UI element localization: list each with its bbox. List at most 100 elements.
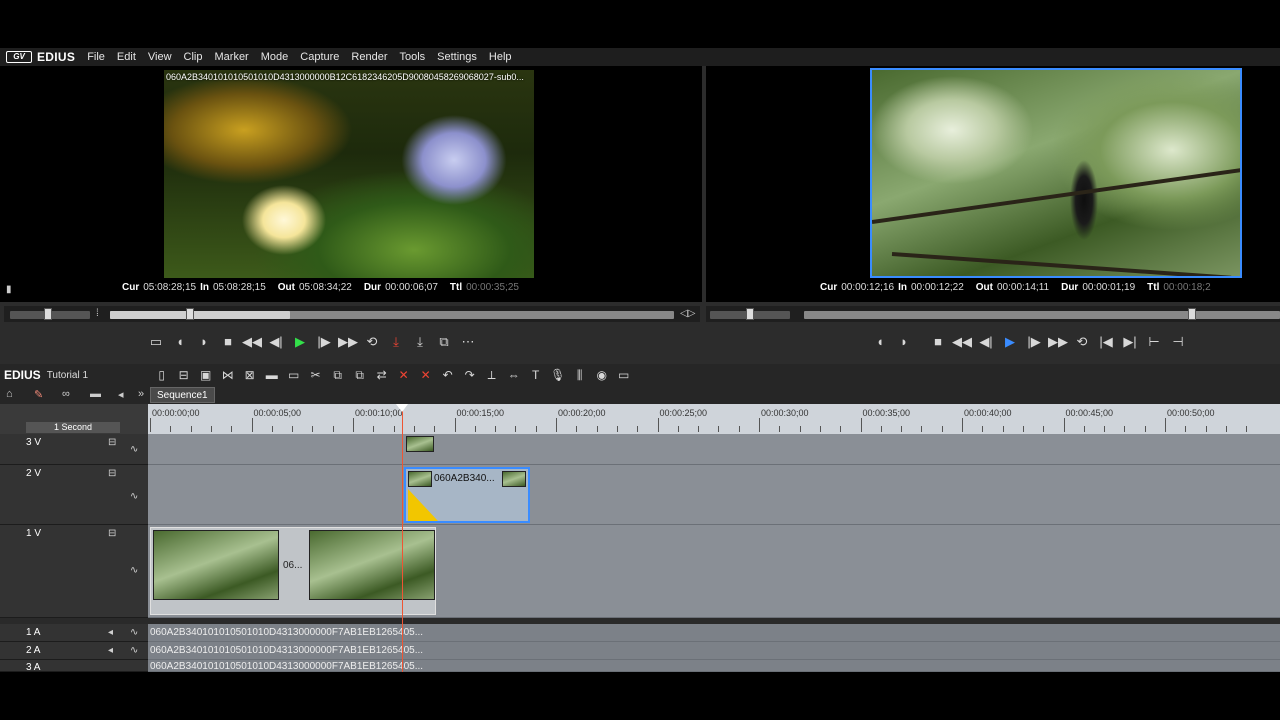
track-body-a2[interactable]: 060A2B340101010501010D4313000000F7AB1EB1…	[148, 642, 1280, 660]
render-button[interactable]: ▭	[613, 366, 635, 384]
speaker-icon[interactable]: ◂	[108, 645, 113, 656]
track-lock-icon[interactable]: ⊟	[108, 468, 116, 479]
color-correction-button[interactable]: ◉	[591, 366, 613, 384]
player-jog-icon[interactable]: ⁞	[96, 308, 99, 319]
player-step-back-button[interactable]: ◀|	[264, 332, 288, 352]
track-sync-icon[interactable]: ∿	[130, 444, 138, 455]
track-sync-icon[interactable]: ∿	[130, 565, 138, 576]
menu-view[interactable]: View	[142, 51, 178, 63]
recorder-position-bar[interactable]	[804, 311, 1280, 319]
recorder-more-button[interactable]: ⊣	[1166, 332, 1190, 352]
recorder-rewind-button[interactable]: ◀◀	[950, 332, 974, 352]
mute-icon[interactable]: ◂	[118, 388, 124, 401]
track-header-a2[interactable]: 2 A ◂ ∿	[0, 642, 148, 660]
recorder-trim-button[interactable]: ⊢	[1142, 332, 1166, 352]
player-sync-icon[interactable]: ◁▷	[680, 308, 695, 319]
recorder-loop-button[interactable]: ⟲	[1070, 332, 1094, 352]
track-body-v1[interactable]: 06...	[148, 525, 1280, 618]
player-output-button[interactable]: ▭	[144, 332, 168, 352]
track-header-a1[interactable]: 1 A ◂ ∿	[0, 624, 148, 642]
track-body-v3[interactable]	[148, 434, 1280, 465]
expand-icon[interactable]: »	[138, 388, 144, 400]
ripple-mode-button[interactable]: ⋈	[217, 366, 239, 384]
paste-button[interactable]: ⧉	[349, 366, 371, 384]
voice-over-button[interactable]: 🎙	[547, 366, 569, 384]
player-add-bin-button[interactable]: ⧉	[432, 332, 456, 352]
recorder-shuttle-knob[interactable]	[746, 308, 754, 320]
playhead-handle-icon[interactable]	[396, 404, 408, 412]
track-lock-icon[interactable]: ⊟	[108, 437, 116, 448]
track-mode-icon[interactable]: ⌂	[6, 388, 13, 400]
audio-mixer-button[interactable]: ⫼	[569, 366, 591, 384]
player-fast-forward-button[interactable]: ▶▶	[336, 332, 360, 352]
a1-clip-name[interactable]: 060A2B340101010501010D4313000000F7AB1EB1…	[150, 627, 423, 638]
recorder-step-forward-button[interactable]: |▶	[1022, 332, 1046, 352]
v1-clip[interactable]: 06...	[150, 527, 436, 615]
recorder-set-in-button[interactable]: ◖	[868, 332, 892, 352]
recorder-monitor[interactable]: Cur 00:00:12;16 In 00:00:12;22 Out 00:00…	[706, 66, 1280, 302]
menu-render[interactable]: Render	[345, 51, 393, 63]
menu-file[interactable]: File	[81, 51, 111, 63]
v3-clip-thumbnail[interactable]	[406, 436, 434, 452]
track-header-v1[interactable]: 1 V ⊟ ∿	[0, 525, 148, 618]
speaker-icon[interactable]: ◂	[108, 627, 113, 638]
recorder-set-out-button[interactable]: ◗	[892, 332, 916, 352]
timeline-ruler[interactable]: 00:00:00;00 00:00:05;00 00:00:10;00 00:00:1…	[148, 404, 1280, 434]
player-menu-button[interactable]: ⋯	[456, 332, 480, 352]
track-header-v3[interactable]: 3 V ⊟ ∿	[0, 434, 148, 465]
save-project-button[interactable]: ▣	[195, 366, 217, 384]
track-body-a3[interactable]: 060A2B340101010501010D4313000000F7AB1EB1…	[148, 660, 1280, 672]
player-play-button[interactable]: ▶	[288, 332, 312, 352]
track-body-v2[interactable]: 060A2B340...	[148, 465, 1280, 525]
player-overwrite-button[interactable]: ⤓	[408, 332, 432, 352]
mix-transition[interactable]	[408, 489, 438, 521]
group-icon[interactable]: ▬	[90, 388, 101, 400]
menu-marker[interactable]: Marker	[209, 51, 255, 63]
player-set-out-button[interactable]: ◗	[192, 332, 216, 352]
player-set-in-button[interactable]: ◖	[168, 332, 192, 352]
player-monitor[interactable]: 060A2B340101010501010D4313000000B12C6182…	[0, 66, 702, 302]
menu-help[interactable]: Help	[483, 51, 518, 63]
copy-button[interactable]: ⧉	[327, 366, 349, 384]
recorder-play-button[interactable]: ▶	[998, 332, 1022, 352]
track-header-v2[interactable]: 2 V ⊟ ∿	[0, 465, 148, 525]
a3-clip-name[interactable]: 060A2B340101010501010D4313000000F7AB1EB1…	[150, 661, 423, 672]
menu-clip[interactable]: Clip	[178, 51, 209, 63]
player-rewind-button[interactable]: ◀◀	[240, 332, 264, 352]
player-step-forward-button[interactable]: |▶	[312, 332, 336, 352]
track-header-a3[interactable]: 3 A	[0, 660, 148, 672]
player-position-knob[interactable]	[186, 308, 194, 320]
menu-capture[interactable]: Capture	[294, 51, 345, 63]
menu-mode[interactable]: Mode	[255, 51, 295, 63]
new-sequence-button[interactable]: ▯	[151, 366, 173, 384]
v2-clip[interactable]: 060A2B340...	[404, 467, 530, 523]
open-project-button[interactable]: ⊟	[173, 366, 195, 384]
player-insert-button[interactable]: ⤓	[384, 332, 408, 352]
link-icon[interactable]: ∞	[62, 388, 70, 400]
player-stop-button[interactable]: ■	[216, 332, 240, 352]
track-lock-icon[interactable]: ⊟	[108, 528, 116, 539]
a2-clip-name[interactable]: 060A2B340101010501010D4313000000F7AB1EB1…	[150, 645, 423, 656]
recorder-step-back-button[interactable]: ◀|	[974, 332, 998, 352]
track-body-a1[interactable]: 060A2B340101010501010D4313000000F7AB1EB1…	[148, 624, 1280, 642]
replace-button[interactable]: ⇄	[371, 366, 393, 384]
recorder-next-edit-button[interactable]: ▶|	[1118, 332, 1142, 352]
sync-lock-button[interactable]: ⇔	[503, 366, 525, 384]
timeline-scale-selector[interactable]: 1 Second	[26, 422, 120, 433]
view-track-button[interactable]: ▬	[261, 366, 283, 384]
player-loop-button[interactable]: ⟲	[360, 332, 384, 352]
clip-mode-icon[interactable]: ✎	[34, 388, 43, 401]
menu-tools[interactable]: Tools	[393, 51, 431, 63]
track-sync-icon[interactable]: ∿	[130, 627, 138, 638]
player-shuttle-knob[interactable]	[44, 308, 52, 320]
track-sync-icon[interactable]: ∿	[130, 491, 138, 502]
recorder-stop-button[interactable]: ■	[926, 332, 950, 352]
add-cut-button[interactable]: ⟂	[481, 366, 503, 384]
menu-edit[interactable]: Edit	[111, 51, 142, 63]
recorder-position-knob[interactable]	[1188, 308, 1196, 320]
tab-sequence1[interactable]: Sequence1	[150, 387, 215, 403]
layout-button[interactable]: ▭	[283, 366, 305, 384]
title-button[interactable]: T	[525, 366, 547, 384]
timeline-playhead[interactable]	[402, 404, 403, 672]
cut-button[interactable]: ✂	[305, 366, 327, 384]
